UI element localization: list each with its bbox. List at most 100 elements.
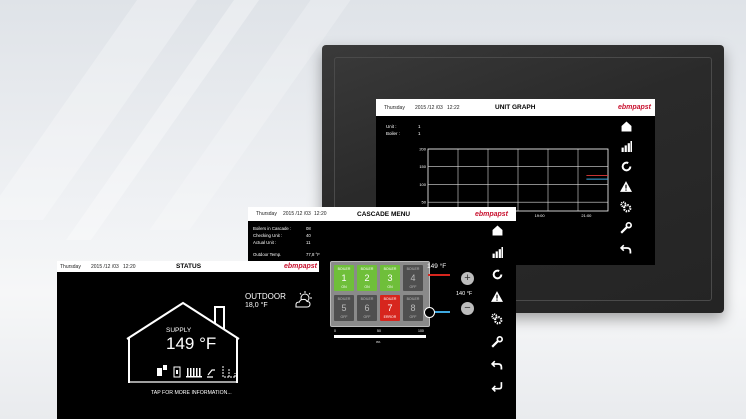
info-unit-value: 1 <box>418 124 421 129</box>
boiler-state: OFF <box>409 285 417 289</box>
status-header: Thursday 2015 /12 /03 12:20 STATUS ebmpa… <box>57 261 319 272</box>
header-date: 2015 /12 /03 <box>283 211 311 217</box>
increase-temp-button[interactable]: + <box>461 272 474 285</box>
boiler-number: 2 <box>364 272 370 283</box>
boiler-number: 8 <box>410 302 416 313</box>
boiler-label: BOILER <box>383 267 397 271</box>
unit-graph-sidebar <box>620 121 632 254</box>
header-date: 2015 /12 /03 <box>91 263 119 270</box>
boiler-tile[interactable]: BOILER 2 ON <box>357 265 377 291</box>
outdoor-label: OUTDOOR <box>245 292 286 301</box>
warning-icon[interactable] <box>620 181 632 192</box>
header-date: 2015 /12 /03 <box>415 104 443 111</box>
scale-max: 100 <box>418 329 424 333</box>
return-arrow-icon[interactable] <box>491 381 503 392</box>
home-icon[interactable] <box>492 225 503 236</box>
boiler-number: 3 <box>387 272 393 283</box>
boiler-label: BOILER <box>406 297 420 301</box>
brand-logo: ebmpapst <box>617 104 651 111</box>
page-title: CASCADE MENU <box>357 210 411 218</box>
boiler-number: 7 <box>387 302 393 313</box>
supply-pipe <box>428 274 450 276</box>
info-checking-value: 40 <box>306 233 311 238</box>
boiler-state: OFF <box>340 315 348 319</box>
outdoor-temp-value: 77,8 °F <box>306 252 320 257</box>
boiler-state: ON <box>387 285 393 289</box>
boiler-tile[interactable]: BOILER 7 ERROR <box>380 295 400 321</box>
boiler-state: ERROR <box>383 315 397 319</box>
boiler-number: 6 <box>364 302 370 313</box>
bar-chart-icon[interactable] <box>492 247 503 258</box>
info-boilers-value: 08 <box>306 226 311 231</box>
pump-icon <box>424 307 435 318</box>
info-actual-value: 11 <box>306 240 311 245</box>
settings-gears-icon[interactable] <box>620 201 632 213</box>
y-tick-label: 100 <box>419 182 426 187</box>
boiler-tile[interactable]: BOILER 5 OFF <box>334 295 354 321</box>
boiler-label: BOILER <box>337 267 351 271</box>
header-time: 12:22 <box>447 104 460 111</box>
header-time: 12:20 <box>314 211 327 217</box>
outdoor-value: 18,0 °F <box>245 302 268 309</box>
scale-mid: 50 <box>377 329 381 333</box>
scale-min: 0 <box>334 329 336 333</box>
warning-icon[interactable] <box>491 291 503 302</box>
wrench-icon[interactable] <box>491 336 503 348</box>
bar-chart-icon[interactable] <box>621 141 632 152</box>
info-boilers-label: Boilers in Cascade : <box>253 226 292 231</box>
y-tick-label: 150 <box>419 164 426 169</box>
boiler-tile[interactable]: BOILER 4 OFF <box>403 265 423 291</box>
y-tick-label: 50 <box>422 200 427 205</box>
boiler-state: ON <box>341 285 347 289</box>
boiler-number: 4 <box>410 272 416 283</box>
boiler-tile[interactable]: BOILER 8 OFF <box>403 295 423 321</box>
refresh-icon[interactable] <box>621 161 632 172</box>
header-day: Thursday <box>60 263 81 270</box>
y-tick-label: 200 <box>419 147 426 152</box>
supply-value: 149 °F <box>166 334 217 353</box>
supply-label: SUPPLY <box>166 327 192 334</box>
info-boiler-label: Boiler : <box>386 131 401 136</box>
page-title: UNIT GRAPH <box>495 104 536 111</box>
decrease-temp-button[interactable]: − <box>461 302 474 315</box>
back-arrow-icon[interactable] <box>491 359 503 370</box>
back-arrow-icon[interactable] <box>620 243 632 254</box>
settings-gears-icon[interactable] <box>491 313 503 325</box>
info-checking-label: Checking Unit : <box>253 233 283 238</box>
x-tick-label: 21:00 <box>581 213 592 218</box>
status-screen: Thursday 2015 /12 /03 12:20 STATUS ebmpa… <box>57 261 319 419</box>
header-time: 12:20 <box>123 263 136 270</box>
info-actual-label: Actual Unit : <box>253 240 277 245</box>
outdoor-temp-label: Outdoor Temp. <box>253 252 282 257</box>
boiler-state: OFF <box>409 315 417 319</box>
boiler-label: BOILER <box>383 297 397 301</box>
page-title: STATUS <box>176 263 202 270</box>
boiler-state: ON <box>364 285 370 289</box>
refresh-icon[interactable] <box>492 269 503 280</box>
brand-logo: ebmpapst <box>474 210 508 218</box>
setpoint-temp-value: 140 °F <box>456 291 473 297</box>
info-unit-label: Unit : <box>386 124 397 129</box>
modulation-progress-bar <box>334 335 426 338</box>
brand-logo: ebmpapst <box>283 263 317 270</box>
home-icon[interactable] <box>621 121 632 132</box>
cascade-header: Thursday 2015 /12 /03 12:20 CASCADE MENU… <box>248 207 516 221</box>
boiler-tile[interactable]: BOILER 1 ON <box>334 265 354 291</box>
boiler-label: BOILER <box>360 267 374 271</box>
actual-temp-value: 149 °F <box>427 263 447 270</box>
wrench-icon[interactable] <box>620 222 632 234</box>
boiler-number: 1 <box>341 272 347 283</box>
boiler-label: BOILER <box>360 297 374 301</box>
boiler-label: BOILER <box>337 297 351 301</box>
x-tick-label: 19:00 <box>535 213 546 218</box>
weather-partly-cloudy-icon <box>293 291 313 314</box>
boiler-number: 5 <box>341 302 347 313</box>
background-light-streak <box>149 0 351 230</box>
tap-more-info-link[interactable]: TAP FOR MORE INFORMATION... <box>151 390 232 396</box>
boiler-tile[interactable]: BOILER 3 ON <box>380 265 400 291</box>
header-day: Thursday <box>256 211 277 217</box>
boiler-tile[interactable]: BOILER 6 OFF <box>357 295 377 321</box>
scale-unit: 0% <box>376 340 381 344</box>
header-day: Thursday <box>384 104 405 111</box>
equipment-icons <box>157 364 247 385</box>
